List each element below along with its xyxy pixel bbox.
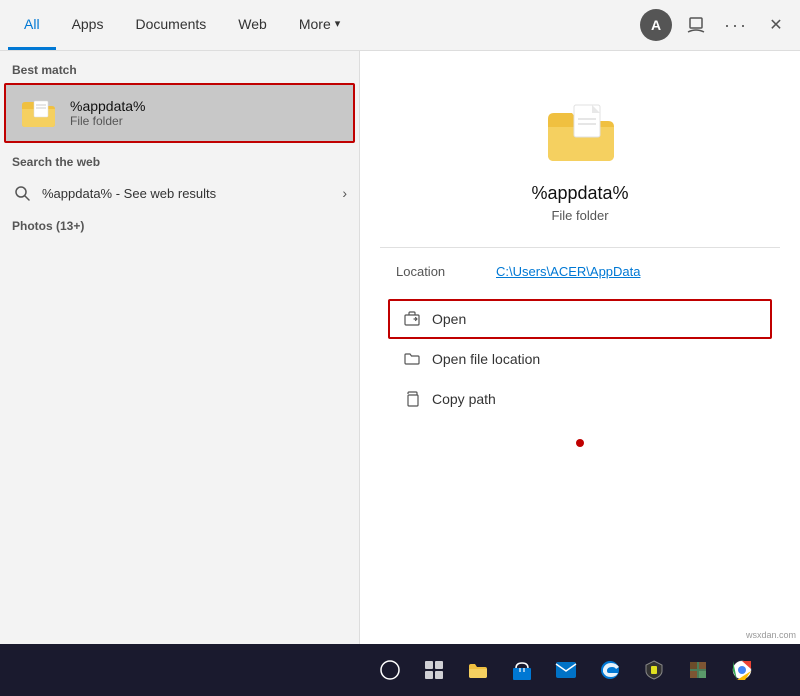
- open-label: Open: [432, 311, 466, 327]
- taskbar-search-icon[interactable]: [372, 652, 408, 688]
- more-options-icon[interactable]: ···: [720, 9, 752, 41]
- open-icon: [402, 309, 422, 329]
- content-area: Best match %appdata% File f: [0, 51, 800, 696]
- copy-icon: [402, 389, 422, 409]
- copy-path-label: Copy path: [432, 391, 496, 407]
- taskbar-explorer-icon[interactable]: [460, 652, 496, 688]
- search-window: All Apps Documents Web More ▾ A: [0, 0, 800, 696]
- taskbar-left: [0, 644, 360, 696]
- action-list: Open Open file location: [380, 299, 780, 419]
- best-match-label: Best match: [0, 51, 359, 83]
- folder-open-icon: [402, 349, 422, 369]
- taskbar-mail-icon[interactable]: [548, 652, 584, 688]
- taskbar-security-icon[interactable]: [636, 652, 672, 688]
- right-folder-icon: [540, 91, 620, 171]
- taskbar: [0, 644, 800, 696]
- taskbar-chrome-icon[interactable]: [724, 652, 760, 688]
- nav-controls: A ··· ✕: [640, 9, 792, 41]
- right-panel: %appdata% File folder Location C:\Users\…: [360, 51, 800, 696]
- taskbar-minecraft-icon[interactable]: [680, 652, 716, 688]
- web-search-item[interactable]: %appdata% - See web results ›: [0, 175, 359, 211]
- right-item-type: File folder: [551, 208, 608, 223]
- chevron-right-icon: ›: [342, 185, 347, 201]
- nav-bar: All Apps Documents Web More ▾ A: [0, 0, 800, 51]
- search-icon: [12, 183, 32, 203]
- best-match-name: %appdata%: [70, 98, 146, 114]
- location-value[interactable]: C:\Users\ACER\AppData: [496, 264, 641, 279]
- copy-path-action[interactable]: Copy path: [388, 379, 772, 419]
- web-search-text: %appdata% - See web results: [42, 186, 342, 201]
- red-dot-indicator: [576, 439, 584, 447]
- best-match-type: File folder: [70, 114, 146, 128]
- tab-web[interactable]: Web: [222, 0, 283, 50]
- open-file-location-action[interactable]: Open file location: [388, 339, 772, 379]
- tab-documents[interactable]: Documents: [119, 0, 222, 50]
- photos-label: Photos (13+): [0, 211, 359, 237]
- tab-all[interactable]: All: [8, 0, 56, 50]
- account-icon[interactable]: [680, 9, 712, 41]
- watermark: wsxdan.com: [746, 630, 796, 640]
- best-match-item[interactable]: %appdata% File folder: [4, 83, 355, 143]
- best-match-info: %appdata% File folder: [70, 98, 146, 128]
- location-label: Location: [396, 264, 496, 279]
- web-search-label: Search the web: [0, 143, 359, 175]
- open-action[interactable]: Open: [388, 299, 772, 339]
- left-panel: Best match %appdata% File f: [0, 51, 360, 696]
- right-item-name: %appdata%: [531, 183, 628, 204]
- tab-apps[interactable]: Apps: [56, 0, 120, 50]
- location-row: Location C:\Users\ACER\AppData: [380, 264, 780, 279]
- divider: [380, 247, 780, 248]
- taskbar-edge-icon[interactable]: [592, 652, 628, 688]
- close-icon[interactable]: ✕: [760, 9, 792, 41]
- open-file-location-label: Open file location: [432, 351, 540, 367]
- tab-more[interactable]: More ▾: [283, 0, 356, 50]
- taskbar-right: [360, 652, 800, 688]
- nav-tabs: All Apps Documents Web More ▾: [8, 0, 640, 50]
- taskbar-taskview-icon[interactable]: [416, 652, 452, 688]
- avatar[interactable]: A: [640, 9, 672, 41]
- folder-icon: [18, 93, 58, 133]
- taskbar-store-icon[interactable]: [504, 652, 540, 688]
